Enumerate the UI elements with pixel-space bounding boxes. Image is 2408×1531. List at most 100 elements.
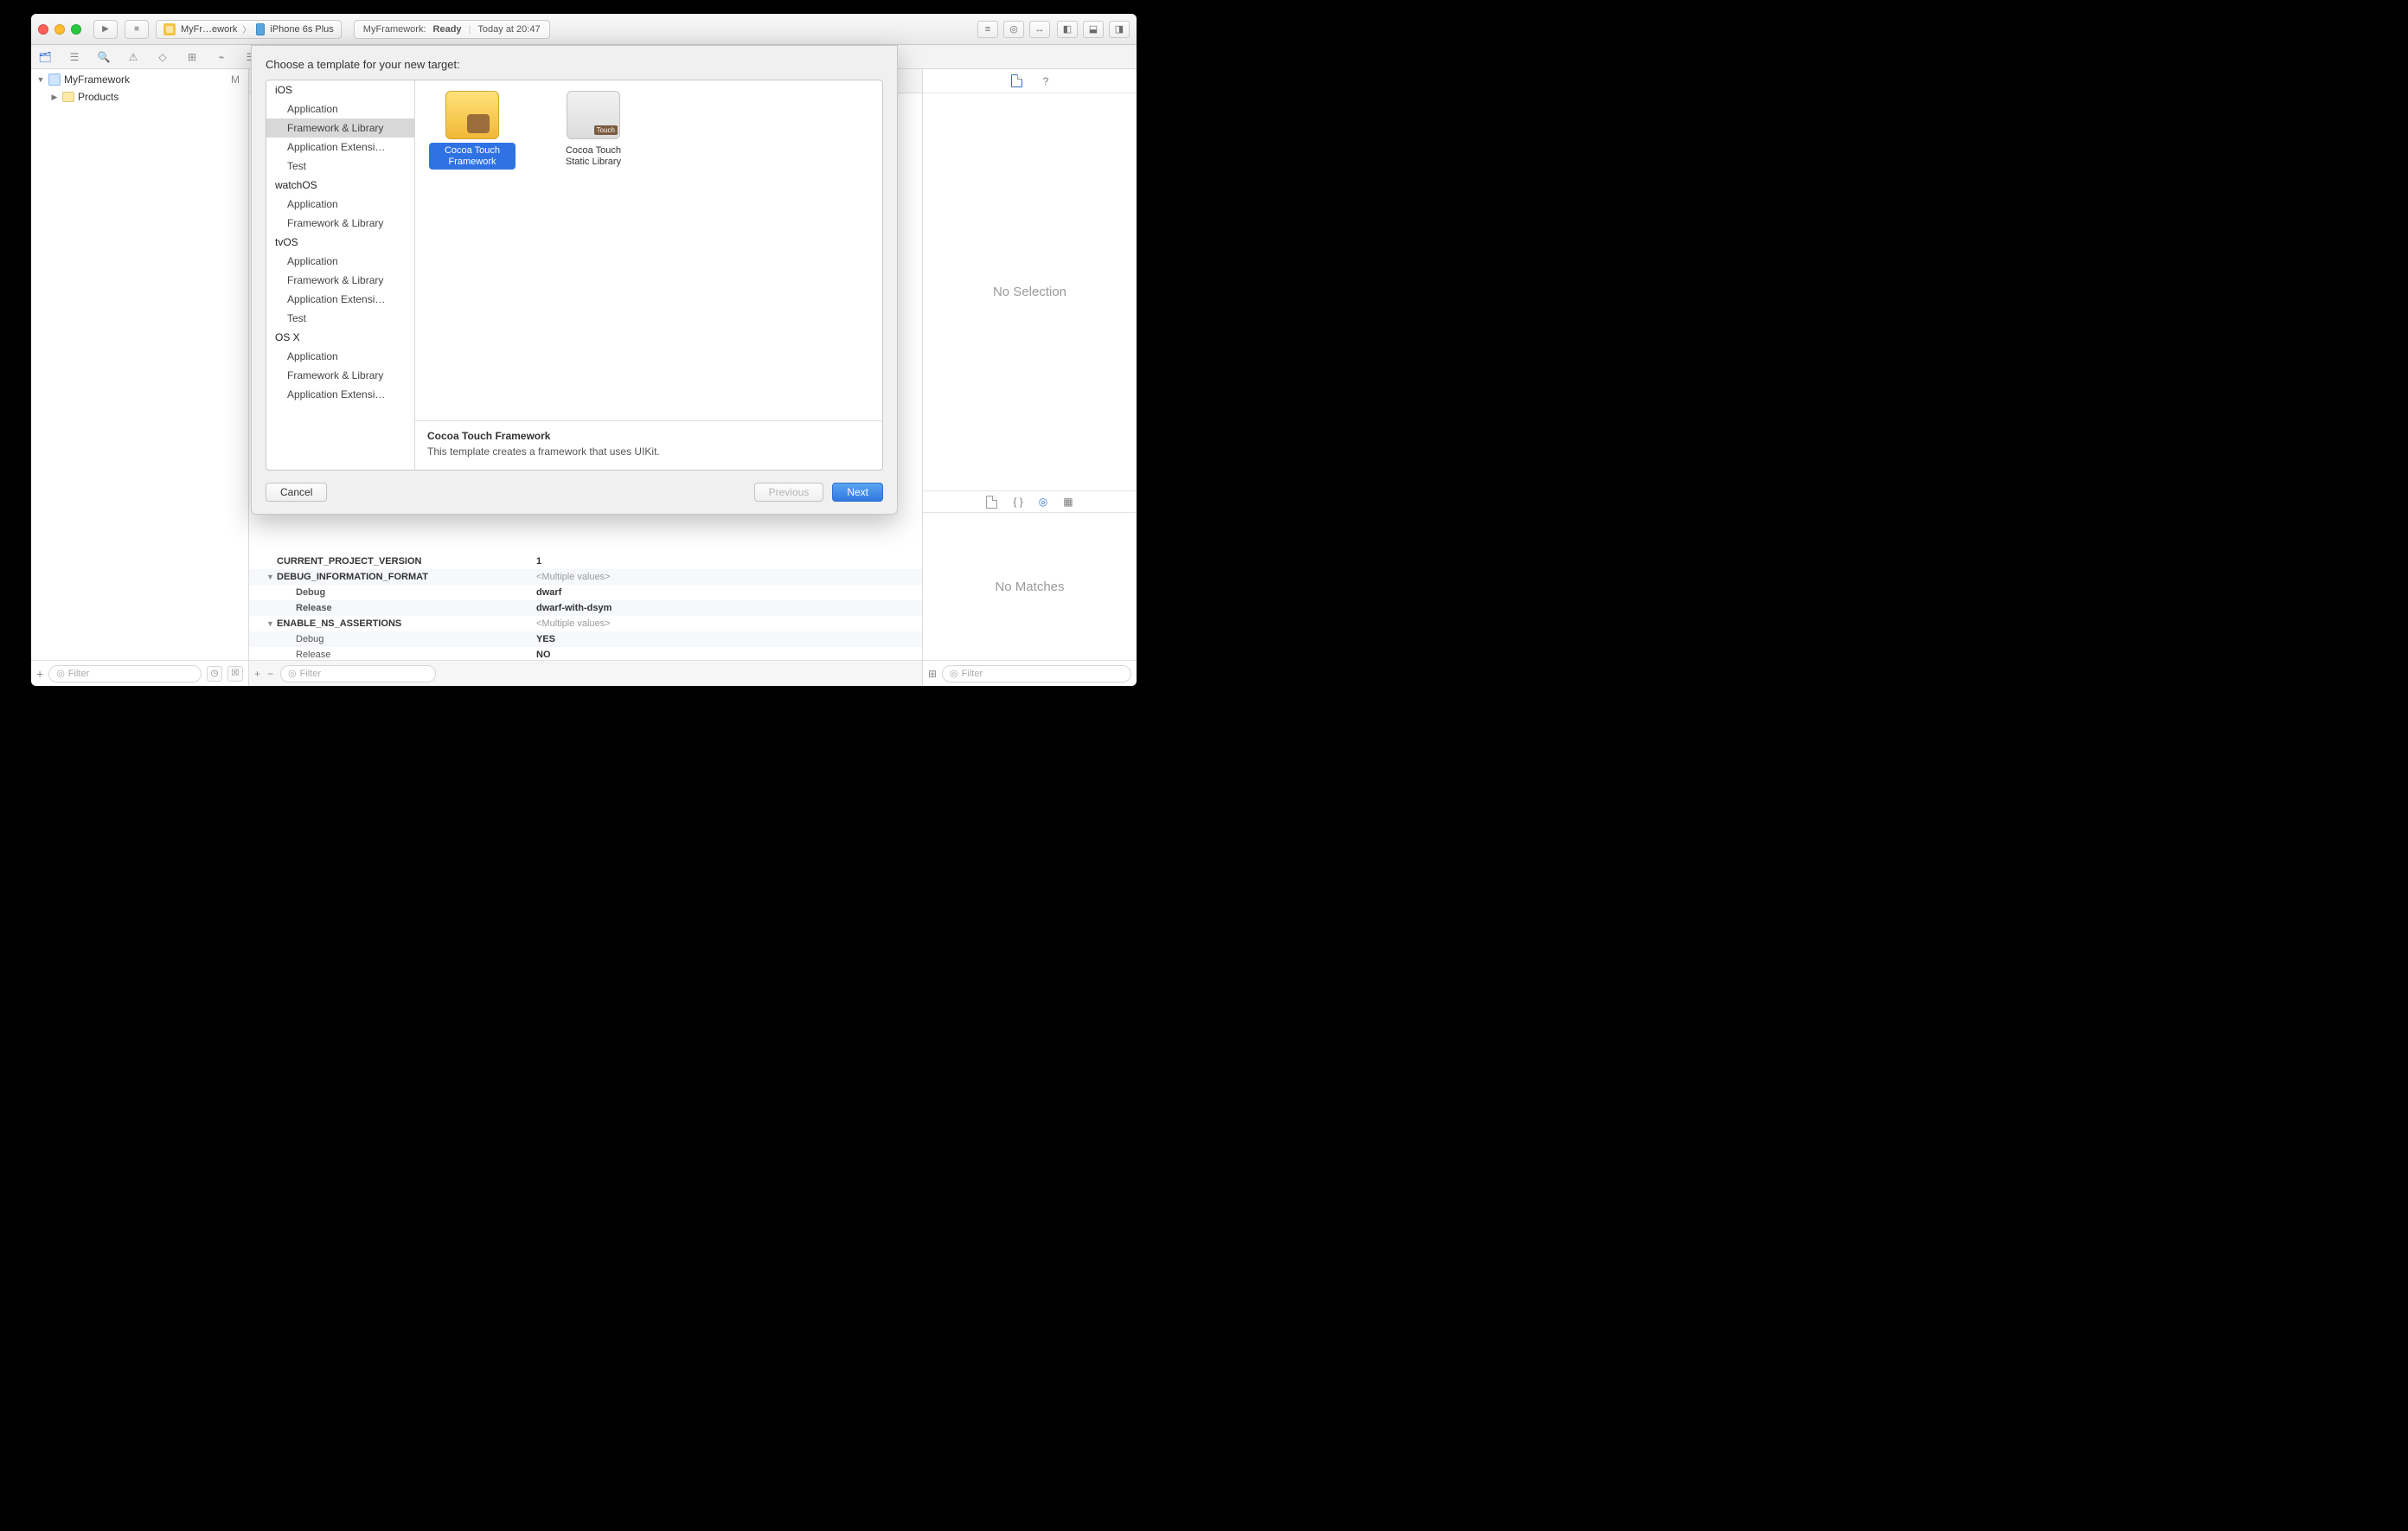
- media-library-tab[interactable]: ▦: [1063, 496, 1073, 508]
- version-editor-button[interactable]: ↔: [1029, 21, 1050, 38]
- template-category-item[interactable]: Framework & Library: [266, 214, 414, 233]
- stop-button[interactable]: [125, 20, 149, 39]
- build-setting-row[interactable]: ▼DEBUG_INFORMATION_FORMAT<Multiple value…: [249, 569, 922, 585]
- run-button[interactable]: [93, 20, 118, 39]
- build-setting-row[interactable]: ReleaseNO: [249, 647, 922, 660]
- remove-target-button[interactable]: −: [267, 668, 273, 680]
- template-category-item[interactable]: OS X: [266, 328, 414, 347]
- code-snippet-library-tab[interactable]: { }: [1013, 496, 1022, 508]
- library-view-mode-button[interactable]: ⊞: [928, 668, 937, 680]
- scm-filter-button[interactable]: ☒: [227, 666, 243, 682]
- template-category-item[interactable]: Application Extensi…: [266, 290, 414, 309]
- template-tile[interactable]: Cocoa Touch Framework: [429, 91, 516, 170]
- group-name: Products: [78, 91, 118, 103]
- library-filter-input[interactable]: ◎ Filter: [942, 665, 1131, 682]
- previous-button[interactable]: Previous: [754, 483, 824, 502]
- group-row[interactable]: ▶ Products: [31, 88, 248, 106]
- template-category-item[interactable]: iOS: [266, 80, 414, 99]
- editor-footer: + − ◎ Filter: [249, 660, 922, 686]
- build-setting-value[interactable]: dwarf-with-dsym: [536, 603, 612, 613]
- template-grid[interactable]: Cocoa Touch Framework Cocoa Touch Static …: [415, 80, 882, 420]
- template-category-item[interactable]: Framework & Library: [266, 366, 414, 385]
- project-navigator: ▼ MyFramework M ▶ Products + ◎ Filter ◷: [31, 69, 249, 686]
- debug-navigator-tab[interactable]: ⊞: [185, 50, 199, 64]
- disclosure-triangle-icon[interactable]: ▶: [50, 93, 59, 102]
- scheme-project-label: MyFr…ework: [181, 24, 237, 35]
- project-navigator-tab[interactable]: 🗂: [38, 50, 52, 64]
- navigator-list[interactable]: ▼ MyFramework M ▶ Products: [31, 69, 248, 660]
- disclosure-triangle-icon[interactable]: ▼: [36, 75, 45, 84]
- no-selection-label: No Selection: [993, 285, 1066, 299]
- find-navigator-tab[interactable]: 🔍: [97, 50, 111, 64]
- recent-filter-button[interactable]: ◷: [207, 666, 222, 682]
- project-row[interactable]: ▼ MyFramework M: [31, 71, 248, 88]
- minimize-window-button[interactable]: [54, 24, 65, 35]
- template-category-item[interactable]: Test: [266, 157, 414, 176]
- no-matches-label: No Matches: [995, 580, 1064, 594]
- build-setting-value[interactable]: YES: [536, 634, 555, 644]
- template-desc-body: This template creates a framework that u…: [427, 445, 660, 458]
- template-category-item[interactable]: Test: [266, 309, 414, 328]
- object-library-tab[interactable]: ◎: [1039, 496, 1047, 508]
- file-template-library-tab[interactable]: [986, 496, 997, 509]
- toggle-utilities-button[interactable]: ◨: [1109, 21, 1130, 38]
- next-button[interactable]: Next: [832, 483, 883, 502]
- template-category-item[interactable]: Framework & Library: [266, 271, 414, 290]
- build-setting-row[interactable]: Debugdwarf: [249, 585, 922, 600]
- navigator-footer: + ◎ Filter ◷ ☒: [31, 660, 248, 686]
- disclosure-triangle-icon[interactable]: ▼: [266, 573, 277, 581]
- template-category-item[interactable]: Application: [266, 195, 414, 214]
- template-category-item[interactable]: watchOS: [266, 176, 414, 195]
- template-category-item[interactable]: Application: [266, 252, 414, 271]
- breakpoint-navigator-tab[interactable]: ⌁: [215, 50, 228, 64]
- settings-filter-input[interactable]: ◎ Filter: [280, 665, 436, 682]
- library-selector: { } ◎ ▦: [923, 490, 1137, 513]
- status-project: MyFramework:: [363, 24, 426, 35]
- build-setting-value[interactable]: dwarf: [536, 587, 561, 598]
- template-category-item[interactable]: Application Extensi…: [266, 138, 414, 157]
- template-category-item[interactable]: Application Extensi…: [266, 385, 414, 404]
- assistant-editor-button[interactable]: ◎: [1003, 21, 1024, 38]
- template-category-item[interactable]: Application: [266, 99, 414, 119]
- filter-placeholder: Filter: [68, 669, 89, 679]
- build-setting-value[interactable]: <Multiple values>: [536, 572, 611, 582]
- status-state: Ready: [433, 24, 462, 35]
- template-tile[interactable]: Cocoa Touch Static Library: [550, 91, 637, 170]
- build-setting-value[interactable]: NO: [536, 650, 551, 660]
- build-setting-value[interactable]: 1: [536, 556, 541, 567]
- build-setting-row[interactable]: DebugYES: [249, 631, 922, 647]
- filter-placeholder: Filter: [962, 669, 983, 679]
- symbol-navigator-tab[interactable]: ☰: [67, 50, 81, 64]
- zoom-window-button[interactable]: [71, 24, 81, 35]
- inspector-empty-state: No Selection: [923, 93, 1137, 490]
- add-target-button[interactable]: +: [254, 668, 260, 680]
- add-button[interactable]: +: [36, 667, 43, 681]
- template-category-list[interactable]: iOSApplicationFramework & LibraryApplica…: [266, 80, 415, 470]
- build-setting-row[interactable]: ▼ENABLE_NS_ASSERTIONS<Multiple values>: [249, 616, 922, 631]
- issue-navigator-tab[interactable]: ⚠︎: [126, 50, 140, 64]
- quickhelp-inspector-tab[interactable]: ?: [1043, 75, 1049, 87]
- build-setting-value[interactable]: <Multiple values>: [536, 618, 611, 629]
- toggle-debug-button[interactable]: ⬓: [1083, 21, 1104, 38]
- scheme-selector[interactable]: MyFr…ework 〉 iPhone 6s Plus: [156, 20, 342, 39]
- build-setting-key: CURRENT_PROJECT_VERSION: [277, 556, 536, 567]
- build-setting-row[interactable]: CURRENT_PROJECT_VERSION1: [249, 554, 922, 569]
- build-setting-key: Debug: [277, 587, 536, 598]
- template-category-item[interactable]: Application: [266, 347, 414, 366]
- folder-icon: [62, 92, 74, 102]
- template-category-item[interactable]: Framework & Library: [266, 119, 414, 138]
- file-inspector-tab[interactable]: [1011, 74, 1022, 87]
- template-area: Cocoa Touch Framework Cocoa Touch Static …: [415, 80, 882, 470]
- template-category-item[interactable]: tvOS: [266, 233, 414, 252]
- standard-editor-button[interactable]: ≡: [977, 21, 998, 38]
- close-window-button[interactable]: [38, 24, 48, 35]
- sheet-body: iOSApplicationFramework & LibraryApplica…: [266, 80, 883, 471]
- cancel-button[interactable]: Cancel: [266, 483, 327, 502]
- inspector-selector: ?: [923, 69, 1137, 93]
- test-navigator-tab[interactable]: ◇: [156, 50, 170, 64]
- toggle-navigator-button[interactable]: ◧: [1057, 21, 1078, 38]
- template-description: Cocoa Touch Framework This template crea…: [415, 420, 882, 470]
- build-setting-row[interactable]: Releasedwarf-with-dsym: [249, 600, 922, 616]
- disclosure-triangle-icon[interactable]: ▼: [266, 619, 277, 628]
- navigator-filter-input[interactable]: ◎ Filter: [48, 665, 202, 682]
